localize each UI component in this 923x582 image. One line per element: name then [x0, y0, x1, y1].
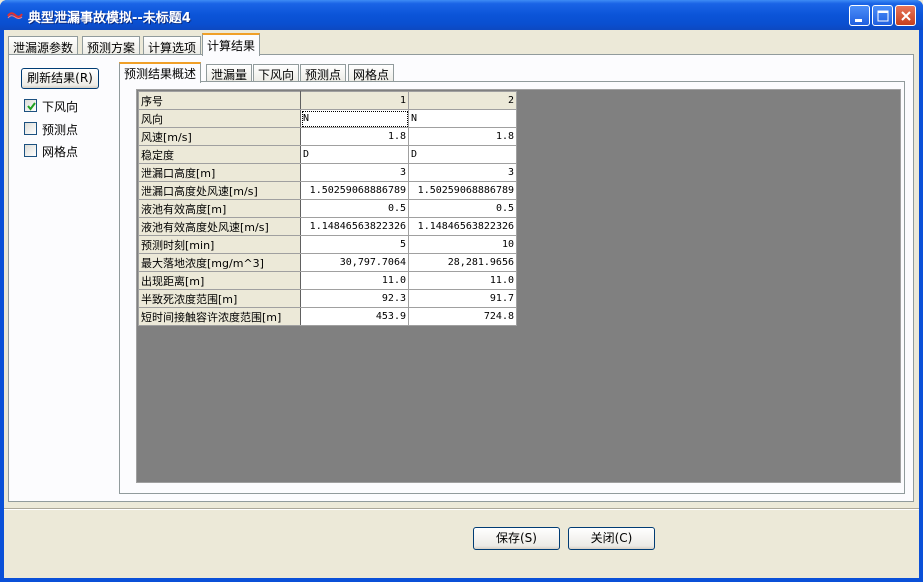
- value-cell[interactable]: 3: [300, 163, 409, 182]
- tab-downwind[interactable]: 下风向: [253, 64, 300, 82]
- tab-grid-points[interactable]: 网格点: [348, 64, 395, 82]
- tab-results-overview[interactable]: 预测结果概述: [119, 62, 202, 83]
- title-bar[interactable]: 典型泄漏事故模拟--未标题4: [0, 0, 923, 30]
- table-row: 序号 1 2: [138, 91, 517, 110]
- row-header-cell[interactable]: 液池有效高度[m]: [138, 199, 301, 218]
- app-icon: [7, 12, 23, 19]
- save-button[interactable]: 保存(S): [473, 527, 560, 550]
- table-row: 半致死浓度范围[m] 92.3 91.7: [138, 289, 517, 308]
- value-cell[interactable]: 10: [408, 235, 517, 254]
- results-grid[interactable]: 序号 1 2 风向 N N 风速[m/s] 1.8 1.8 稳定度 D D 泄漏口高度[m] 3 3 泄漏口高…: [136, 89, 901, 483]
- client-area: 泄漏源参数 预测方案 计算选项 计算结果 刷新结果(R) 下风向 预测点 网格点: [4, 30, 919, 578]
- checkbox-box[interactable]: [24, 99, 37, 112]
- row-header-cell[interactable]: 风速[m/s]: [138, 127, 301, 146]
- table-row: 预测时刻[min] 5 10: [138, 235, 517, 254]
- row-header-cell[interactable]: 序号: [138, 91, 301, 110]
- value-cell[interactable]: 724.8: [408, 307, 517, 326]
- tab-leak-source-params[interactable]: 泄漏源参数: [8, 36, 79, 55]
- close-icon: [901, 11, 911, 21]
- table-row: 液池有效高度[m] 0.5 0.5: [138, 199, 517, 218]
- value-cell[interactable]: D: [408, 145, 517, 164]
- value-cell[interactable]: 0.5: [408, 199, 517, 218]
- window-title: 典型泄漏事故模拟--未标题4: [28, 11, 191, 26]
- value-cell[interactable]: 92.3: [300, 289, 409, 308]
- value-cell[interactable]: 5: [300, 235, 409, 254]
- table-row: 风向 N N: [138, 109, 517, 128]
- row-header-cell[interactable]: 泄漏口高度[m]: [138, 163, 301, 182]
- row-header-cell[interactable]: 稳定度: [138, 145, 301, 164]
- tab-prediction-scheme[interactable]: 预测方案: [82, 36, 141, 55]
- tab-calc-results[interactable]: 计算结果: [202, 33, 261, 56]
- table-row: 泄漏口高度[m] 3 3: [138, 163, 517, 182]
- minimize-icon: [855, 19, 862, 22]
- value-cell[interactable]: 1: [300, 91, 409, 110]
- refresh-results-button[interactable]: 刷新结果(R): [21, 68, 99, 89]
- value-cell[interactable]: 1.8: [300, 127, 409, 146]
- tab-leak-amount[interactable]: 泄漏量: [206, 64, 253, 82]
- maximize-icon: [877, 10, 889, 22]
- value-cell[interactable]: 11.0: [408, 271, 517, 290]
- value-cell[interactable]: 0.5: [300, 199, 409, 218]
- table-row: 最大落地浓度[mg/m^3] 30,797.7064 28,281.9656: [138, 253, 517, 272]
- row-header-cell[interactable]: 出现距离[m]: [138, 271, 301, 290]
- value-cell[interactable]: 3: [408, 163, 517, 182]
- value-cell[interactable]: D: [300, 145, 409, 164]
- results-table: 序号 1 2 风向 N N 风速[m/s] 1.8 1.8 稳定度 D D 泄漏口高度[m] 3 3 泄漏口高…: [138, 91, 517, 326]
- divider: [4, 508, 919, 510]
- close-button[interactable]: 关闭(C): [568, 527, 655, 550]
- checkmark-icon: [27, 102, 36, 111]
- row-header-cell[interactable]: 半致死浓度范围[m]: [138, 289, 301, 308]
- table-row: 液池有效高度处风速[m/s] 1.14846563822326 1.14846563…: [138, 217, 517, 236]
- row-header-cell[interactable]: 风向: [138, 109, 301, 128]
- value-cell[interactable]: 453.9: [300, 307, 409, 326]
- table-row: 泄漏口高度处风速[m/s] 1.50259068886789 1.502590688…: [138, 181, 517, 200]
- checkbox-label: 预测点: [42, 123, 79, 137]
- row-header-cell[interactable]: 最大落地浓度[mg/m^3]: [138, 253, 301, 272]
- table-row: 风速[m/s] 1.8 1.8: [138, 127, 517, 146]
- row-header-cell[interactable]: 泄漏口高度处风速[m/s]: [138, 181, 301, 200]
- tab-prediction-points[interactable]: 预测点: [300, 64, 347, 82]
- minimize-button[interactable]: [849, 5, 870, 26]
- value-cell[interactable]: 91.7: [408, 289, 517, 308]
- row-header-cell[interactable]: 预测时刻[min]: [138, 235, 301, 254]
- value-cell[interactable]: 30,797.7064: [300, 253, 409, 272]
- app-window: 典型泄漏事故模拟--未标题4 泄漏源参数 预测方案 计算选项 计算结果 刷新结果…: [0, 0, 923, 582]
- table-row: 短时间接触容许浓度范围[m] 453.9 724.8: [138, 307, 517, 326]
- checkbox-box[interactable]: [24, 122, 37, 135]
- row-header-cell[interactable]: 液池有效高度处风速[m/s]: [138, 217, 301, 236]
- tab-calc-options[interactable]: 计算选项: [143, 36, 202, 55]
- maximize-button[interactable]: [872, 5, 893, 26]
- value-cell[interactable]: 1.50259068886789: [408, 181, 517, 200]
- value-cell[interactable]: 2: [408, 91, 517, 110]
- value-cell[interactable]: 1.14846563822326: [408, 217, 517, 236]
- value-cell[interactable]: 1.50259068886789: [300, 181, 409, 200]
- value-cell[interactable]: 1.14846563822326: [300, 217, 409, 236]
- value-cell[interactable]: 1.8: [408, 127, 517, 146]
- value-cell[interactable]: N: [300, 109, 409, 128]
- value-cell[interactable]: 11.0: [300, 271, 409, 290]
- close-window-button[interactable]: [895, 5, 916, 26]
- table-row: 出现距离[m] 11.0 11.0: [138, 271, 517, 290]
- table-row: 稳定度 D D: [138, 145, 517, 164]
- row-header-cell[interactable]: 短时间接触容许浓度范围[m]: [138, 307, 301, 326]
- value-cell[interactable]: 28,281.9656: [408, 253, 517, 272]
- checkbox-box[interactable]: [24, 144, 37, 157]
- value-cell[interactable]: N: [408, 109, 517, 128]
- checkbox-label: 下风向: [42, 100, 79, 114]
- overview-panel: 序号 1 2 风向 N N 风速[m/s] 1.8 1.8 稳定度 D D 泄漏口高度[m] 3 3 泄漏口高…: [119, 81, 905, 494]
- checkbox-label: 网格点: [42, 145, 79, 159]
- results-tab-panel: 刷新结果(R) 下风向 预测点 网格点 预测结果概述 泄漏量 下风向 预测点 网…: [8, 54, 914, 502]
